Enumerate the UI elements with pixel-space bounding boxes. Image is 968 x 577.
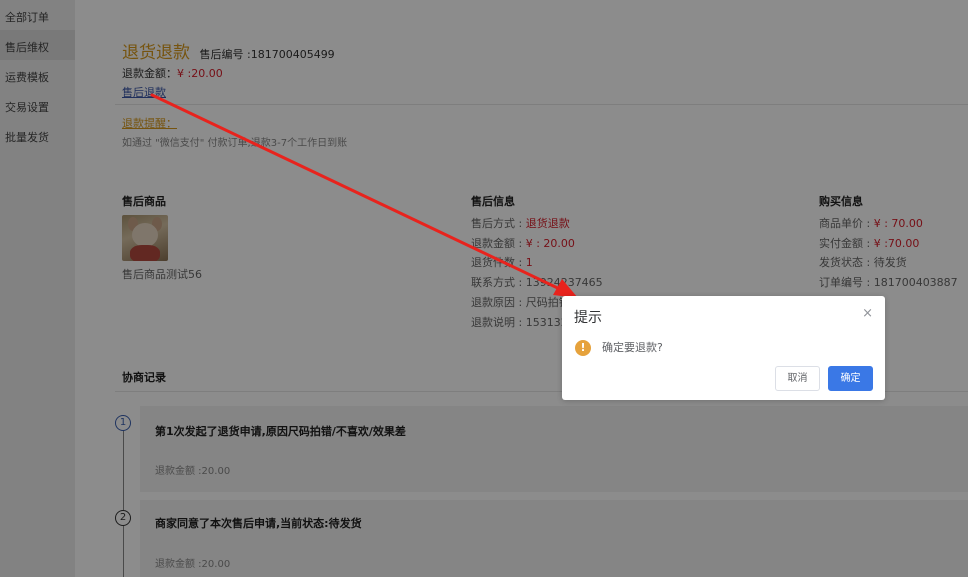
dialog-message: 确定要退款?: [602, 341, 663, 354]
dialog-title: 提示: [574, 310, 602, 326]
close-icon[interactable]: ×: [862, 306, 873, 321]
modal-overlay[interactable]: [0, 0, 968, 577]
confirm-dialog: 提示 × ! 确定要退款? 取消 确定: [562, 296, 885, 400]
cancel-button[interactable]: 取消: [775, 366, 820, 391]
warning-icon: !: [575, 340, 591, 356]
confirm-button[interactable]: 确定: [828, 366, 873, 391]
